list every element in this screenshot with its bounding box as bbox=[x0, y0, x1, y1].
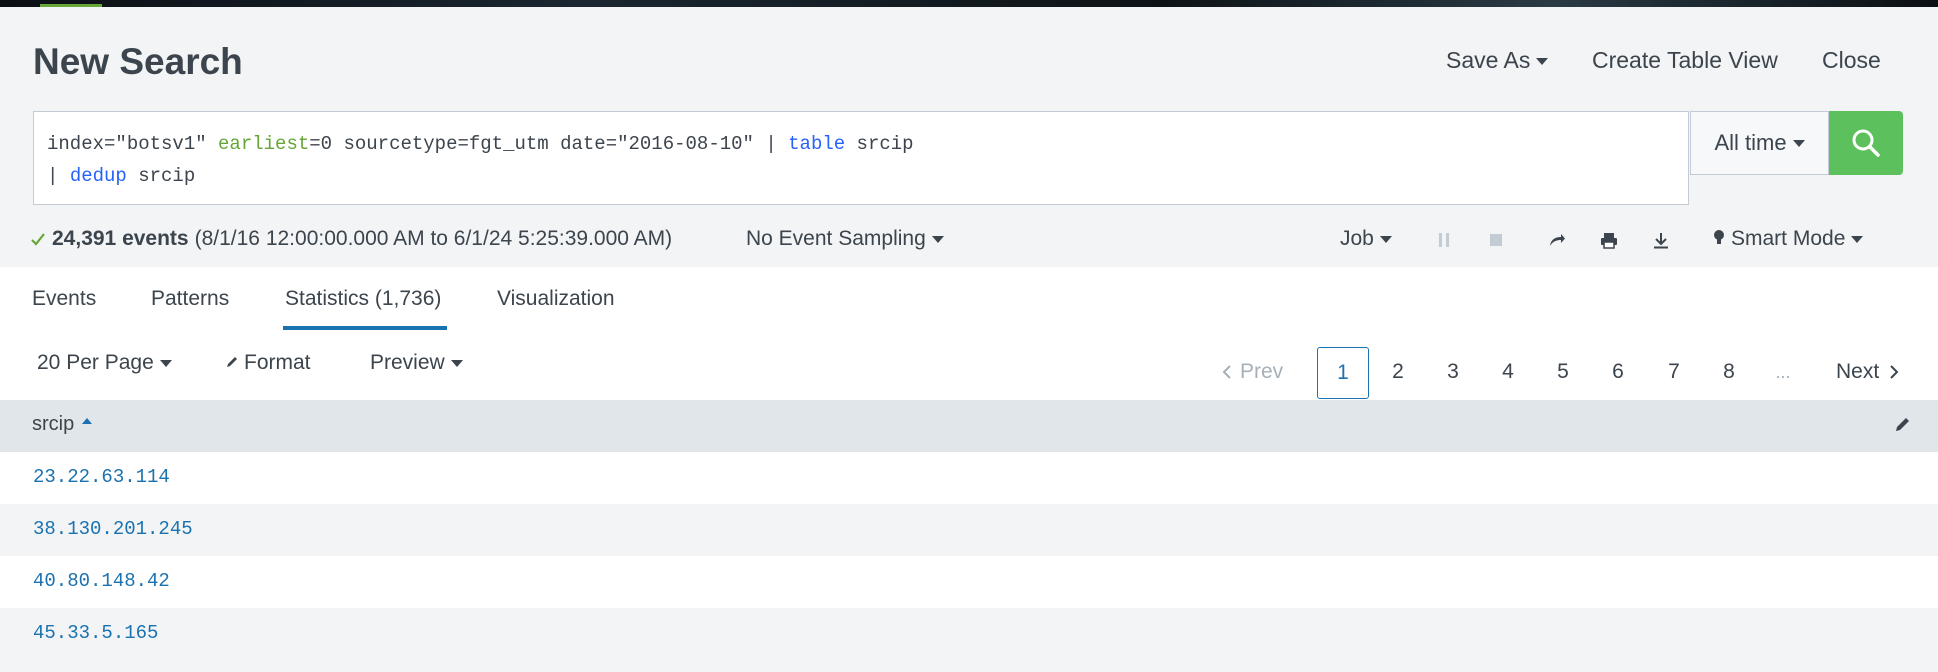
page-8-button[interactable]: 8 bbox=[1721, 347, 1737, 397]
export-icon[interactable] bbox=[1650, 229, 1672, 251]
column-header-srcip[interactable]: srcip bbox=[32, 413, 93, 436]
chevron-left-icon bbox=[1222, 365, 1231, 379]
chevron-right-icon bbox=[1890, 365, 1899, 379]
query-text: srcip bbox=[126, 165, 196, 187]
save-as-label: Save As bbox=[1446, 47, 1531, 73]
page-5-button[interactable]: 5 bbox=[1555, 347, 1571, 397]
next-page-button[interactable]: Next bbox=[1836, 347, 1899, 397]
close-button[interactable]: Close bbox=[1822, 47, 1881, 74]
srcip-cell[interactable]: 38.130.201.245 bbox=[33, 518, 193, 540]
tab-patterns[interactable]: Patterns bbox=[151, 287, 229, 311]
search-icon bbox=[1852, 129, 1880, 157]
table-row: 45.33.5.165 bbox=[0, 608, 1938, 660]
event-time-range: (8/1/16 12:00:00.000 AM to 6/1/24 5:25:3… bbox=[194, 227, 673, 250]
column-header-label: srcip bbox=[32, 413, 75, 435]
results-toolbar: 20 Per Page Format Preview Prev 1 2 3 4 … bbox=[0, 331, 1938, 400]
pause-icon[interactable] bbox=[1433, 229, 1455, 251]
srcip-cell[interactable]: 40.80.148.42 bbox=[33, 570, 170, 592]
format-label: Format bbox=[244, 351, 311, 374]
print-icon[interactable] bbox=[1598, 229, 1620, 251]
chevron-down-icon bbox=[931, 235, 944, 243]
search-header: New Search Save As Create Table View Clo… bbox=[0, 7, 1938, 267]
query-text: | bbox=[47, 165, 70, 187]
page-4-button[interactable]: 4 bbox=[1500, 347, 1516, 397]
query-line-1: index="botsv1" earliest=0 sourcetype=fgt… bbox=[47, 128, 1675, 160]
prev-label: Prev bbox=[1240, 360, 1284, 383]
query-command-dedup: dedup bbox=[69, 165, 127, 187]
table-header: srcip bbox=[0, 400, 1938, 452]
job-label: Job bbox=[1340, 227, 1374, 250]
srcip-cell[interactable]: 45.33.5.165 bbox=[33, 622, 158, 644]
query-text: =0 sourcetype=fgt_utm date="2016-08-10" … bbox=[309, 133, 789, 155]
search-mode-dropdown[interactable]: Smart Mode bbox=[1713, 227, 1864, 251]
page-2-button[interactable]: 2 bbox=[1390, 347, 1406, 397]
tab-visualization[interactable]: Visualization bbox=[497, 287, 615, 311]
chevron-down-icon bbox=[1379, 235, 1392, 243]
preview-label: Preview bbox=[370, 351, 445, 374]
next-label: Next bbox=[1836, 360, 1880, 383]
table-row: 38.130.201.245 bbox=[0, 504, 1938, 556]
time-range-label: All time bbox=[1714, 130, 1787, 155]
srcip-cell[interactable]: 23.22.63.114 bbox=[33, 466, 170, 488]
format-button[interactable]: Format bbox=[225, 351, 311, 375]
lightbulb-icon bbox=[1714, 230, 1724, 244]
query-line-2: | dedup srcip bbox=[47, 160, 1675, 192]
job-menu[interactable]: Job bbox=[1340, 227, 1392, 251]
prev-page-button[interactable]: Prev bbox=[1222, 347, 1283, 397]
search-mode-label: Smart Mode bbox=[1731, 227, 1846, 250]
edit-column-icon[interactable] bbox=[1893, 416, 1911, 434]
page-3-button[interactable]: 3 bbox=[1445, 347, 1461, 397]
page-title: New Search bbox=[33, 41, 243, 82]
chevron-down-icon bbox=[159, 359, 172, 367]
preview-dropdown[interactable]: Preview bbox=[370, 351, 463, 375]
result-tabs: Events Patterns Statistics (1,736) Visua… bbox=[0, 267, 1938, 332]
query-text: srcip bbox=[845, 133, 914, 155]
create-table-view-button[interactable]: Create Table View bbox=[1592, 47, 1778, 74]
top-bar bbox=[0, 0, 1938, 7]
pencil-icon bbox=[227, 357, 237, 367]
event-sampling-dropdown[interactable]: No Event Sampling bbox=[746, 227, 944, 251]
query-keyword-earliest: earliest bbox=[218, 133, 310, 155]
page-6-button[interactable]: 6 bbox=[1610, 347, 1626, 397]
table-row: 40.80.148.42 bbox=[0, 556, 1938, 608]
tab-events[interactable]: Events bbox=[32, 287, 96, 311]
chevron-down-icon bbox=[1851, 235, 1864, 243]
event-sampling-label: No Event Sampling bbox=[746, 227, 926, 250]
page-ellipsis: ... bbox=[1775, 361, 1791, 382]
chevron-down-icon bbox=[1536, 58, 1549, 66]
table-row: 23.22.63.114 bbox=[0, 452, 1938, 504]
query-text: index="botsv1" bbox=[47, 133, 219, 155]
event-count: 24,391 events bbox=[52, 227, 189, 250]
stop-icon[interactable] bbox=[1485, 229, 1507, 251]
chevron-down-icon bbox=[450, 359, 463, 367]
save-as-button[interactable]: Save As bbox=[1446, 47, 1549, 74]
sort-ascending-icon bbox=[82, 417, 93, 424]
page-7-button[interactable]: 7 bbox=[1666, 347, 1682, 397]
active-tab-indicator bbox=[283, 326, 447, 330]
search-button[interactable] bbox=[1829, 111, 1903, 175]
check-icon bbox=[31, 233, 45, 246]
per-page-label: 20 Per Page bbox=[37, 351, 154, 374]
tab-statistics[interactable]: Statistics (1,736) bbox=[285, 287, 441, 311]
per-page-dropdown[interactable]: 20 Per Page bbox=[37, 351, 172, 375]
query-command-table: table bbox=[788, 133, 846, 155]
share-icon[interactable] bbox=[1546, 229, 1568, 251]
chevron-down-icon bbox=[1792, 139, 1805, 147]
page-1-button[interactable]: 1 bbox=[1317, 347, 1369, 399]
time-range-picker[interactable]: All time bbox=[1690, 111, 1829, 175]
search-query-input[interactable]: index="botsv1" earliest=0 sourcetype=fgt… bbox=[33, 111, 1689, 205]
event-status: 24,391 events (8/1/16 12:00:00.000 AM to… bbox=[30, 227, 672, 251]
